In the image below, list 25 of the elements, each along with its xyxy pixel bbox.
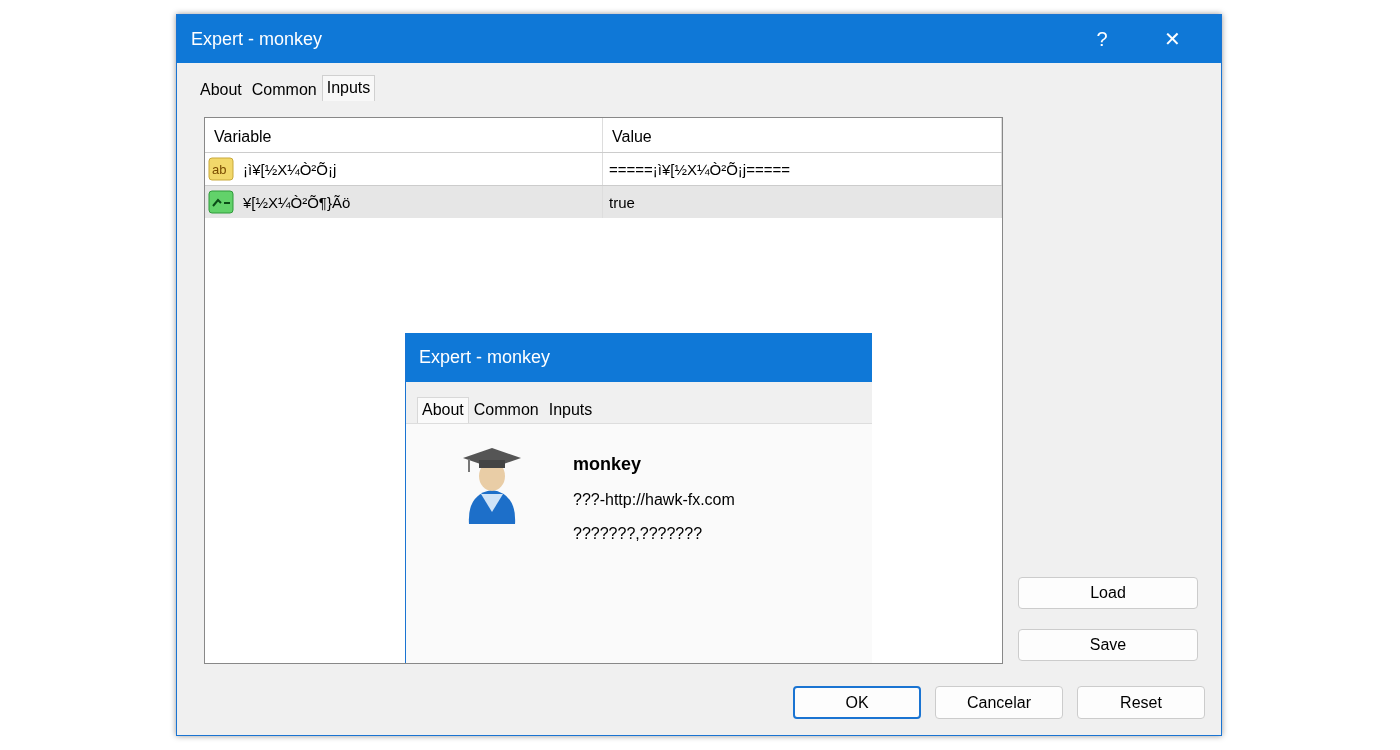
- dialog-button[interactable]: Reset: [1077, 686, 1205, 719]
- chart-variable-icon: [208, 189, 236, 215]
- inset-tab[interactable]: About: [417, 397, 469, 423]
- tab[interactable]: Common: [246, 77, 322, 103]
- help-button[interactable]: ?: [1067, 19, 1137, 59]
- table-row[interactable]: ¥[½X¼Ò²Õ¶}Ãö true: [205, 185, 1002, 218]
- window-title: Expert - monkey: [191, 28, 324, 50]
- tab[interactable]: Inputs: [321, 75, 376, 101]
- value-cell: true: [603, 186, 1002, 218]
- copyright-text: ???????,???????: [573, 525, 704, 543]
- table-row[interactable]: ab ¡ì¥[½X¼Ò²Õ¡j =====¡ì¥[½X¼Ò²Õ¡j=====: [205, 152, 1002, 185]
- side-button[interactable]: Save: [1018, 629, 1198, 661]
- tab[interactable]: About: [195, 77, 247, 103]
- link-text: ???-http://hawk-fx.com: [573, 491, 735, 509]
- close-button[interactable]: ✕: [1137, 19, 1207, 59]
- text-variable-icon: ab: [208, 156, 236, 182]
- variable-name: ¡ì¥[½X¼Ò²Õ¡j: [243, 160, 337, 178]
- inset-tab[interactable]: Common: [468, 397, 544, 423]
- inset-title: Expert - monkey: [406, 333, 872, 382]
- expert-name: monkey: [573, 454, 643, 475]
- dialog-button[interactable]: OK: [793, 686, 921, 719]
- dialog-button[interactable]: Cancelar: [935, 686, 1063, 719]
- inset-tab[interactable]: Inputs: [543, 397, 598, 423]
- side-button[interactable]: Load: [1018, 577, 1198, 609]
- variable-name: ¥[½X¼Ò²Õ¶}Ãö: [243, 193, 351, 211]
